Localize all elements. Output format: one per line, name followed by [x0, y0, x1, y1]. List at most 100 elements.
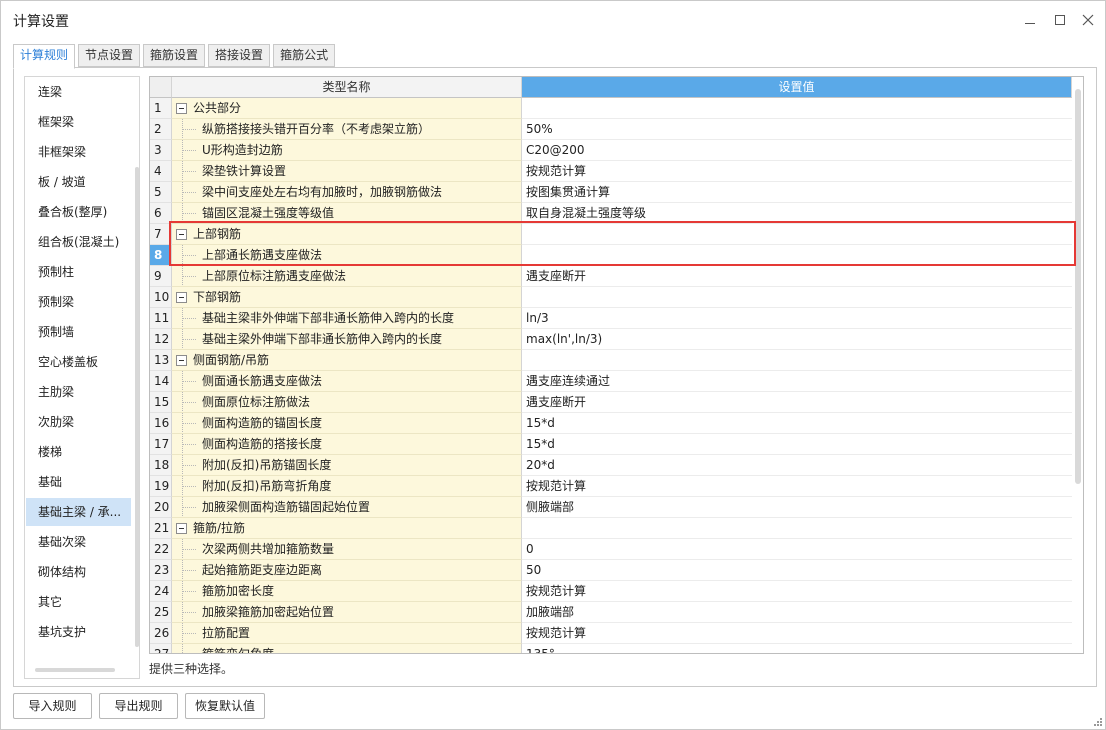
sidebar-item[interactable]: 主肋梁: [26, 378, 131, 406]
table-row[interactable]: 17 侧面构造筋的搭接长度 15*d: [150, 434, 1072, 455]
sidebar-item[interactable]: 预制柱: [26, 258, 131, 286]
setting-value-cell[interactable]: 遇支座断开: [522, 392, 1072, 413]
export-rules-button[interactable]: 导出规则: [99, 693, 178, 719]
table-row[interactable]: 22 次梁两侧共增加箍筋数量 0: [150, 539, 1072, 560]
setting-value-cell[interactable]: 0: [522, 539, 1072, 560]
sidebar-item[interactable]: 组合板(混凝土): [26, 228, 131, 256]
minimize-button[interactable]: [1019, 9, 1041, 31]
table-row[interactable]: 19 附加(反扣)吊筋弯折角度 按规范计算: [150, 476, 1072, 497]
setting-value-cell[interactable]: 15*d: [522, 434, 1072, 455]
setting-value-cell[interactable]: [522, 350, 1072, 371]
import-rules-button[interactable]: 导入规则: [13, 693, 92, 719]
sidebar-item[interactable]: 板 / 坡道: [26, 168, 131, 196]
setting-value-cell[interactable]: [522, 518, 1072, 539]
setting-value-cell[interactable]: 按规范计算: [522, 161, 1072, 182]
table-row[interactable]: 12 基础主梁外伸端下部非通长筋伸入跨内的长度 max(ln',ln/3): [150, 329, 1072, 350]
header-row-number: [150, 77, 172, 98]
group-row[interactable]: 13 侧面钢筋/吊筋: [150, 350, 1072, 371]
table-row[interactable]: 9 上部原位标注筋遇支座做法 遇支座断开: [150, 266, 1072, 287]
setting-value-cell[interactable]: ln/3: [522, 308, 1072, 329]
collapse-icon[interactable]: [176, 523, 187, 534]
setting-value-cell[interactable]: [522, 98, 1072, 119]
sidebar-horizontal-scrollbar[interactable]: [35, 668, 115, 672]
table-row[interactable]: 8上部通长筋遇支座做法遇支座连续通过: [150, 245, 1072, 266]
table-row[interactable]: 24 箍筋加密长度 按规范计算: [150, 581, 1072, 602]
table-row[interactable]: 27 箍筋弯勾角度 135°: [150, 644, 1072, 653]
setting-value-cell[interactable]: 50%: [522, 119, 1072, 140]
setting-value-cell[interactable]: 20*d: [522, 455, 1072, 476]
group-row[interactable]: 7 上部钢筋: [150, 224, 1072, 245]
table-row[interactable]: 23 起始箍筋距支座边距离 50: [150, 560, 1072, 581]
tab-stirrup-settings[interactable]: 箍筋设置: [143, 44, 206, 67]
setting-value-cell[interactable]: 15*d: [522, 413, 1072, 434]
type-name-cell: 梁中间支座处左右均有加腋时，加腋钢筋做法: [172, 182, 522, 203]
table-row[interactable]: 5 梁中间支座处左右均有加腋时，加腋钢筋做法 按图集贯通计算: [150, 182, 1072, 203]
setting-label: 次梁两侧共增加箍筋数量: [202, 542, 335, 556]
tab-calc-rules[interactable]: 计算规则: [13, 44, 76, 69]
sidebar-item[interactable]: 基础主梁 / 承...: [26, 498, 131, 526]
table-row[interactable]: 15 侧面原位标注筋做法 遇支座断开: [150, 392, 1072, 413]
table-row[interactable]: 16 侧面构造筋的锚固长度 15*d: [150, 413, 1072, 434]
group-row[interactable]: 10 下部钢筋: [150, 287, 1072, 308]
sidebar-item[interactable]: 连梁: [26, 78, 131, 106]
setting-value-cell[interactable]: 加腋端部: [522, 602, 1072, 623]
table-row[interactable]: 3 U形构造封边筋 C20@200: [150, 140, 1072, 161]
sidebar-item[interactable]: 砌体结构: [26, 558, 131, 586]
grid-vertical-scrollbar[interactable]: [1075, 89, 1081, 484]
group-row[interactable]: 21 箍筋/拉筋: [150, 518, 1072, 539]
resize-grip-icon[interactable]: [1093, 717, 1103, 727]
sidebar-vertical-scrollbar[interactable]: [135, 167, 139, 647]
collapse-icon[interactable]: [176, 229, 187, 240]
sidebar-item[interactable]: 预制梁: [26, 288, 131, 316]
tab-stirrup-formula[interactable]: 箍筋公式: [273, 44, 336, 67]
table-row[interactable]: 26 拉筋配置 按规范计算: [150, 623, 1072, 644]
table-row[interactable]: 14 侧面通长筋遇支座做法 遇支座连续通过: [150, 371, 1072, 392]
close-button[interactable]: [1077, 9, 1099, 31]
table-row[interactable]: 11 基础主梁非外伸端下部非通长筋伸入跨内的长度 ln/3: [150, 308, 1072, 329]
sidebar-item[interactable]: 次肋梁: [26, 408, 131, 436]
row-number: 23: [150, 560, 172, 581]
sidebar-item[interactable]: 非框架梁: [26, 138, 131, 166]
table-row[interactable]: 6 锚固区混凝土强度等级值 取自身混凝土强度等级: [150, 203, 1072, 224]
sidebar-item[interactable]: 基础次梁: [26, 528, 131, 556]
setting-value-cell[interactable]: C20@200: [522, 140, 1072, 161]
restore-defaults-button[interactable]: 恢复默认值: [185, 693, 265, 719]
table-row[interactable]: 4 梁垫铁计算设置 按规范计算: [150, 161, 1072, 182]
setting-value-cell[interactable]: 遇支座连续通过: [522, 371, 1072, 392]
setting-value-cell[interactable]: 侧腋端部: [522, 497, 1072, 518]
sidebar-item[interactable]: 空心楼盖板: [26, 348, 131, 376]
setting-value-cell[interactable]: 按规范计算: [522, 623, 1072, 644]
sidebar-item[interactable]: 基坑支护: [26, 618, 131, 646]
sidebar-item[interactable]: 楼梯: [26, 438, 131, 466]
setting-value-cell[interactable]: max(ln',ln/3): [522, 329, 1072, 350]
setting-value-cell[interactable]: [522, 245, 1072, 266]
sidebar-item[interactable]: 预制墙: [26, 318, 131, 346]
header-setting-value[interactable]: 设置值: [522, 77, 1072, 98]
sidebar-item[interactable]: 基础: [26, 468, 131, 496]
collapse-icon[interactable]: [176, 355, 187, 366]
tab-node-settings[interactable]: 节点设置: [78, 44, 141, 67]
sidebar-item[interactable]: 框架梁: [26, 108, 131, 136]
tree-connector: [182, 381, 196, 382]
setting-value-cell[interactable]: 50: [522, 560, 1072, 581]
header-type-name[interactable]: 类型名称: [172, 77, 522, 98]
setting-value-cell[interactable]: [522, 287, 1072, 308]
setting-value-cell[interactable]: 取自身混凝土强度等级: [522, 203, 1072, 224]
collapse-icon[interactable]: [176, 292, 187, 303]
setting-value-cell[interactable]: 135°: [522, 644, 1072, 653]
sidebar-item[interactable]: 叠合板(整厚): [26, 198, 131, 226]
setting-value-cell[interactable]: 按规范计算: [522, 581, 1072, 602]
setting-value-cell[interactable]: 遇支座断开: [522, 266, 1072, 287]
table-row[interactable]: 2 纵筋搭接接头错开百分率（不考虑架立筋） 50%: [150, 119, 1072, 140]
setting-value-cell[interactable]: 按图集贯通计算: [522, 182, 1072, 203]
maximize-button[interactable]: [1049, 9, 1071, 31]
table-row[interactable]: 20 加腋梁侧面构造筋锚固起始位置 侧腋端部: [150, 497, 1072, 518]
setting-value-cell[interactable]: [522, 224, 1072, 245]
setting-value-cell[interactable]: 按规范计算: [522, 476, 1072, 497]
collapse-icon[interactable]: [176, 103, 187, 114]
table-row[interactable]: 25 加腋梁箍筋加密起始位置 加腋端部: [150, 602, 1072, 623]
table-row[interactable]: 18 附加(反扣)吊筋锚固长度 20*d: [150, 455, 1072, 476]
group-row[interactable]: 1 公共部分: [150, 98, 1072, 119]
tab-lap-settings[interactable]: 搭接设置: [208, 44, 271, 67]
sidebar-item[interactable]: 其它: [26, 588, 131, 616]
